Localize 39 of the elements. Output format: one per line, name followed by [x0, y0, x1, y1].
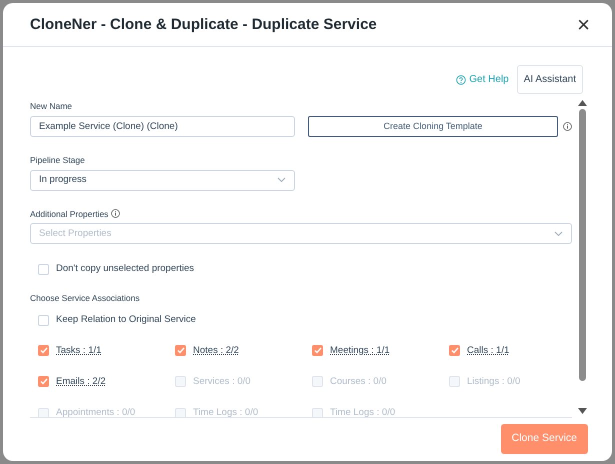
- checkbox-label: Listings : 0/0: [467, 374, 520, 389]
- checkbox-label: Meetings : 1/1: [330, 344, 390, 358]
- properties-dropdown[interactable]: Select Properties: [30, 223, 572, 244]
- checkbox-label: Time Logs : 0/0: [193, 406, 258, 417]
- dialog-title: CloneNer - Clone & Duplicate - Duplicate Service: [30, 16, 377, 34]
- field-label: Pipeline Stage: [30, 154, 86, 166]
- stage-dropdown[interactable]: In progress: [30, 170, 295, 190]
- name-field[interactable]: Example Service (Clone) (Clone): [30, 116, 295, 137]
- chevron-down-icon: [277, 177, 286, 183]
- scrollbar-thumb[interactable]: [578, 109, 586, 381]
- field-label: New Name: [30, 100, 74, 113]
- ai-assistant-button[interactable]: AI Assistant: [516, 65, 583, 94]
- checkbox-label: Keep Relation to Original Service: [56, 313, 196, 328]
- checkbox-label: Notes : 2/2: [193, 344, 239, 358]
- help-icon: [456, 74, 466, 84]
- checkbox-label: Time Logs : 0/0: [330, 406, 396, 417]
- checkbox[interactable]: [449, 345, 460, 356]
- checkbox[interactable]: [38, 376, 49, 388]
- create-template-button[interactable]: Create Cloning Template: [308, 116, 558, 137]
- checkbox[interactable]: [312, 345, 323, 356]
- scroll-up-icon[interactable]: [578, 100, 586, 106]
- checkbox-label: Courses : 0/0: [330, 374, 386, 389]
- section-label: Choose Service Associations: [30, 292, 141, 304]
- field-label: Additional Properties: [30, 208, 108, 220]
- close-button[interactable]: ×: [575, 14, 592, 36]
- checkbox-label: Calls : 1/1: [467, 344, 510, 358]
- checkbox[interactable]: [38, 264, 49, 275]
- checkbox-label: Tasks : 1/1: [56, 344, 102, 358]
- info-icon[interactable]: [111, 209, 120, 218]
- checkbox[interactable]: [38, 345, 49, 356]
- checkbox-label: Services : 0/0: [193, 374, 251, 389]
- checkbox-label: Don't copy unselected properties: [56, 262, 194, 276]
- checkbox-label: Emails : 2/2: [56, 374, 106, 389]
- checkbox-label: Appointments : 0/0: [56, 406, 136, 417]
- checkbox[interactable]: [175, 345, 186, 356]
- info-icon[interactable]: [563, 122, 572, 131]
- scroll-down-icon[interactable]: [578, 408, 586, 414]
- checkbox[interactable]: [38, 314, 49, 326]
- chevron-down-icon: [554, 231, 563, 238]
